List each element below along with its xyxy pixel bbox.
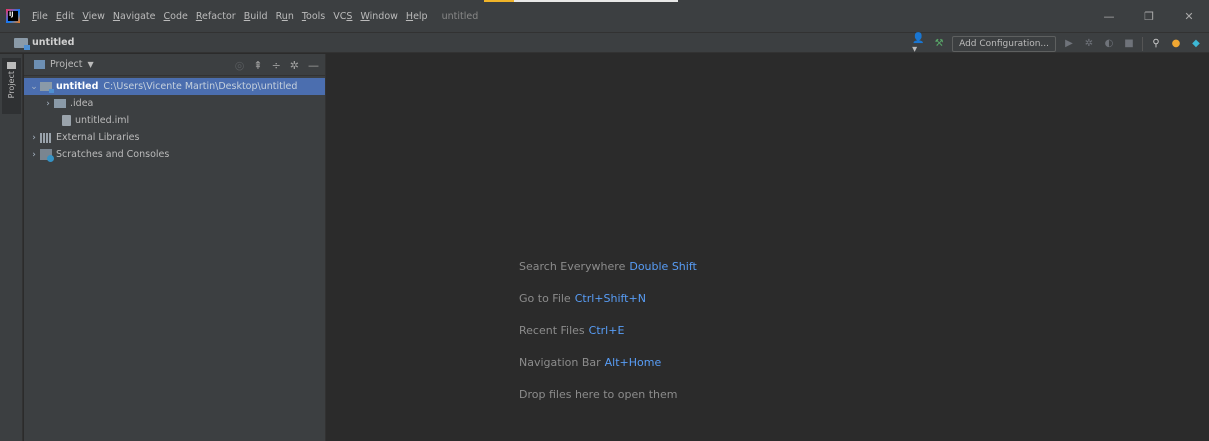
- root-module-name: untitled: [56, 81, 99, 92]
- gear-icon[interactable]: ✲: [290, 59, 299, 72]
- menu-help[interactable]: Help: [402, 11, 432, 22]
- root-module-path: C:\Users\Vicente Martin\Desktop\untitled: [103, 81, 298, 92]
- hint-recent-files: Recent Files Ctrl+E: [519, 324, 624, 337]
- main-menu: File Edit View Navigate Code Refactor Bu…: [28, 11, 432, 22]
- project-panel-tools: ◎ ⇞ ÷ ✲ —: [235, 54, 319, 76]
- collapse-all-icon[interactable]: ÷: [272, 59, 281, 72]
- window-title: untitled: [441, 10, 479, 22]
- project-view-icon: [34, 60, 45, 69]
- menu-window[interactable]: Window: [356, 11, 401, 22]
- menu-edit[interactable]: Edit: [52, 11, 78, 22]
- search-icon[interactable]: ⚲: [1149, 37, 1163, 51]
- project-tool-window: Project ▼ ◎ ⇞ ÷ ✲ — ⌄ untitled C:\Users\…: [24, 54, 326, 441]
- update-icon[interactable]: ●: [1169, 37, 1183, 51]
- hide-panel-icon[interactable]: —: [308, 59, 319, 72]
- chevron-down-icon[interactable]: ▼: [88, 60, 94, 69]
- chevron-right-icon[interactable]: ›: [42, 99, 54, 109]
- chevron-right-icon[interactable]: ›: [28, 150, 40, 160]
- scratches-label: Scratches and Consoles: [56, 149, 170, 160]
- user-icon[interactable]: 👤▾: [912, 33, 926, 55]
- close-button[interactable]: ✕: [1169, 0, 1209, 32]
- libraries-icon: [40, 132, 52, 143]
- project-view-selector[interactable]: Project: [50, 59, 83, 70]
- toolbar-separator: [1142, 36, 1143, 51]
- menu-vcs[interactable]: VCS: [329, 11, 356, 22]
- hint-label: Recent Files: [519, 324, 585, 337]
- folder-icon: [7, 62, 16, 69]
- menu-navigate[interactable]: Navigate: [109, 11, 160, 22]
- debug-icon[interactable]: ✲: [1082, 37, 1096, 51]
- project-tree: ⌄ untitled C:\Users\Vicente Martin\Deskt…: [24, 76, 325, 163]
- hint-shortcut: Alt+Home: [604, 356, 662, 369]
- tree-item-idea[interactable]: › .idea: [24, 95, 325, 112]
- restore-button[interactable]: ❐: [1129, 0, 1169, 32]
- hint-shortcut: Ctrl+E: [588, 324, 625, 337]
- tree-item-iml[interactable]: untitled.iml: [24, 112, 325, 129]
- project-tool-tab[interactable]: Project: [2, 58, 21, 114]
- project-panel-header: Project ▼ ◎ ⇞ ÷ ✲ —: [24, 54, 325, 76]
- menu-code[interactable]: Code: [160, 11, 192, 22]
- coverage-icon[interactable]: ◐: [1102, 37, 1116, 51]
- menu-build[interactable]: Build: [240, 11, 272, 22]
- expand-all-icon[interactable]: ⇞: [253, 59, 262, 72]
- jetbrains-toolbox-icon[interactable]: ◆: [1189, 37, 1203, 51]
- project-tool-tab-label: Project: [7, 71, 16, 99]
- iml-file-label: untitled.iml: [75, 115, 130, 126]
- hint-shortcut: Double Shift: [629, 260, 697, 273]
- window-controls: — ❐ ✕: [1089, 0, 1209, 32]
- menu-run[interactable]: Run: [272, 11, 298, 22]
- add-configuration-button[interactable]: Add Configuration...: [952, 35, 1056, 52]
- editor-empty-area[interactable]: Search Everywhere Double Shift Go to File…: [327, 54, 1209, 441]
- left-tool-strip: Project: [0, 54, 23, 441]
- menu-view[interactable]: View: [78, 11, 109, 22]
- project-folder-icon: [14, 37, 30, 50]
- minimize-button[interactable]: —: [1089, 0, 1129, 32]
- locate-file-icon[interactable]: ◎: [235, 59, 245, 72]
- folder-icon: [54, 99, 66, 108]
- external-libraries-label: External Libraries: [56, 132, 140, 143]
- menu-file[interactable]: File: [28, 11, 52, 22]
- title-bar: IJ File Edit View Navigate Code Refactor…: [0, 0, 1209, 32]
- intellij-logo-icon: IJ: [6, 9, 20, 23]
- hint-label: Search Everywhere: [519, 260, 626, 273]
- build-hammer-icon[interactable]: ⚒: [932, 37, 946, 51]
- module-folder-icon: [40, 82, 54, 93]
- module-file-icon: [62, 115, 71, 126]
- chevron-right-icon[interactable]: ›: [28, 133, 40, 143]
- hint-drop-files: Drop files here to open them: [519, 388, 677, 401]
- tree-item-scratches[interactable]: › Scratches and Consoles: [24, 146, 325, 163]
- scratches-icon: [40, 149, 54, 162]
- hint-label: Go to File: [519, 292, 571, 305]
- title-highlight-strip: [484, 0, 678, 2]
- tree-item-external-libraries[interactable]: › External Libraries: [24, 129, 325, 146]
- hint-go-to-file: Go to File Ctrl+Shift+N: [519, 292, 646, 305]
- hint-label: Navigation Bar: [519, 356, 601, 369]
- hint-search-everywhere: Search Everywhere Double Shift: [519, 260, 697, 273]
- menu-refactor[interactable]: Refactor: [192, 11, 240, 22]
- hint-shortcut: Ctrl+Shift+N: [574, 292, 646, 305]
- breadcrumb-project[interactable]: untitled: [32, 37, 74, 48]
- navigation-bar: untitled 👤▾ ⚒ Add Configuration... ▶ ✲ ◐…: [0, 32, 1209, 55]
- run-icon[interactable]: ▶: [1062, 37, 1076, 51]
- hint-navigation-bar: Navigation Bar Alt+Home: [519, 356, 661, 369]
- chevron-down-icon[interactable]: ⌄: [28, 82, 40, 92]
- idea-folder-label: .idea: [70, 98, 94, 109]
- menu-tools[interactable]: Tools: [298, 11, 329, 22]
- stop-icon[interactable]: ■: [1122, 37, 1136, 51]
- tree-root-untitled[interactable]: ⌄ untitled C:\Users\Vicente Martin\Deskt…: [24, 78, 325, 95]
- hint-label: Drop files here to open them: [519, 388, 678, 401]
- navbar-toolbar: 👤▾ ⚒ Add Configuration... ▶ ✲ ◐ ■ ⚲ ● ◆: [912, 33, 1203, 55]
